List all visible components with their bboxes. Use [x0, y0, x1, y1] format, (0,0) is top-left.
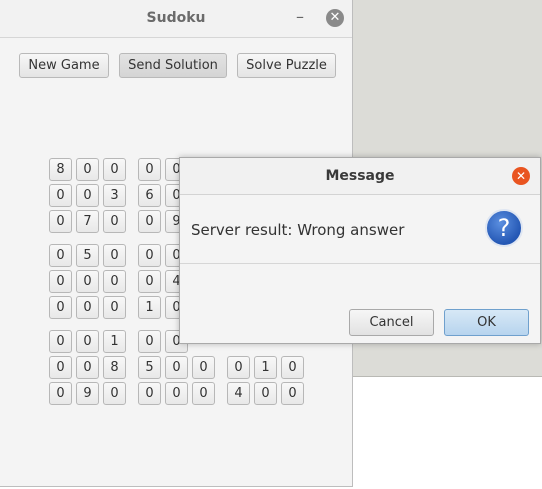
- sudoku-cell[interactable]: 3: [103, 184, 126, 207]
- cancel-button[interactable]: Cancel: [349, 309, 434, 336]
- sudoku-cell[interactable]: 0: [49, 184, 72, 207]
- sudoku-cell[interactable]: 0: [103, 244, 126, 267]
- sudoku-cell[interactable]: 0: [138, 330, 161, 353]
- sudoku-cell[interactable]: 0: [49, 210, 72, 233]
- sudoku-cell[interactable]: 0: [281, 356, 304, 379]
- sudoku-cell[interactable]: 1: [254, 356, 277, 379]
- dialog-separator: [180, 263, 540, 264]
- sudoku-cell[interactable]: 0: [281, 382, 304, 405]
- send-solution-button[interactable]: Send Solution: [119, 53, 227, 78]
- sudoku-cell[interactable]: 0: [227, 356, 250, 379]
- sudoku-cell[interactable]: 0: [76, 330, 99, 353]
- sudoku-cell[interactable]: 0: [103, 158, 126, 181]
- sudoku-cell[interactable]: 1: [103, 330, 126, 353]
- dialog-title: Message: [325, 168, 395, 184]
- sudoku-cell[interactable]: 0: [49, 382, 72, 405]
- sudoku-cell[interactable]: 0: [192, 382, 215, 405]
- sudoku-cell[interactable]: 5: [76, 244, 99, 267]
- sudoku-cell[interactable]: 0: [165, 382, 188, 405]
- dialog-close-icon[interactable]: ✕: [512, 167, 530, 185]
- sudoku-cell[interactable]: 0: [76, 270, 99, 293]
- sudoku-cell[interactable]: 0: [49, 270, 72, 293]
- sudoku-cell[interactable]: 0: [76, 184, 99, 207]
- sudoku-cell[interactable]: 0: [49, 296, 72, 319]
- solve-puzzle-button[interactable]: Solve Puzzle: [237, 53, 336, 78]
- sudoku-cell[interactable]: 0: [138, 244, 161, 267]
- dialog-message: Server result: Wrong answer: [191, 221, 405, 239]
- sudoku-cell[interactable]: 0: [103, 382, 126, 405]
- sudoku-cell[interactable]: 0: [138, 210, 161, 233]
- sudoku-cell[interactable]: 0: [138, 158, 161, 181]
- sudoku-cell[interactable]: 0: [103, 270, 126, 293]
- new-game-button[interactable]: New Game: [19, 53, 109, 78]
- sudoku-cell[interactable]: 7: [76, 210, 99, 233]
- sudoku-cell[interactable]: 0: [138, 270, 161, 293]
- dialog-titlebar: Message ✕: [180, 158, 540, 195]
- message-dialog: Message ✕ Server result: Wrong answer ? …: [179, 157, 541, 344]
- sudoku-cell[interactable]: 9: [76, 382, 99, 405]
- close-icon[interactable]: ✕: [326, 9, 344, 27]
- sudoku-cell[interactable]: 0: [49, 330, 72, 353]
- sudoku-cell[interactable]: 0: [76, 158, 99, 181]
- sudoku-cell[interactable]: 5: [138, 356, 161, 379]
- sudoku-cell[interactable]: 4: [227, 382, 250, 405]
- sudoku-cell[interactable]: 0: [165, 356, 188, 379]
- sudoku-cell[interactable]: 0: [76, 296, 99, 319]
- sudoku-cell[interactable]: 0: [49, 356, 72, 379]
- titlebar: Sudoku – ✕: [0, 0, 352, 38]
- sudoku-cell[interactable]: 6: [138, 184, 161, 207]
- sudoku-cell[interactable]: 0: [103, 296, 126, 319]
- sudoku-cell[interactable]: 0: [103, 210, 126, 233]
- minimize-icon[interactable]: –: [291, 8, 309, 26]
- sudoku-cell[interactable]: 0: [49, 244, 72, 267]
- sudoku-cell[interactable]: 0: [254, 382, 277, 405]
- ok-button[interactable]: OK: [444, 309, 529, 336]
- sudoku-cell[interactable]: 8: [49, 158, 72, 181]
- question-icon: ?: [485, 209, 523, 247]
- sudoku-cell[interactable]: 1: [138, 296, 161, 319]
- sudoku-cell[interactable]: 0: [138, 382, 161, 405]
- sudoku-cell[interactable]: 0: [76, 356, 99, 379]
- sudoku-cell[interactable]: 0: [192, 356, 215, 379]
- sudoku-cell[interactable]: 8: [103, 356, 126, 379]
